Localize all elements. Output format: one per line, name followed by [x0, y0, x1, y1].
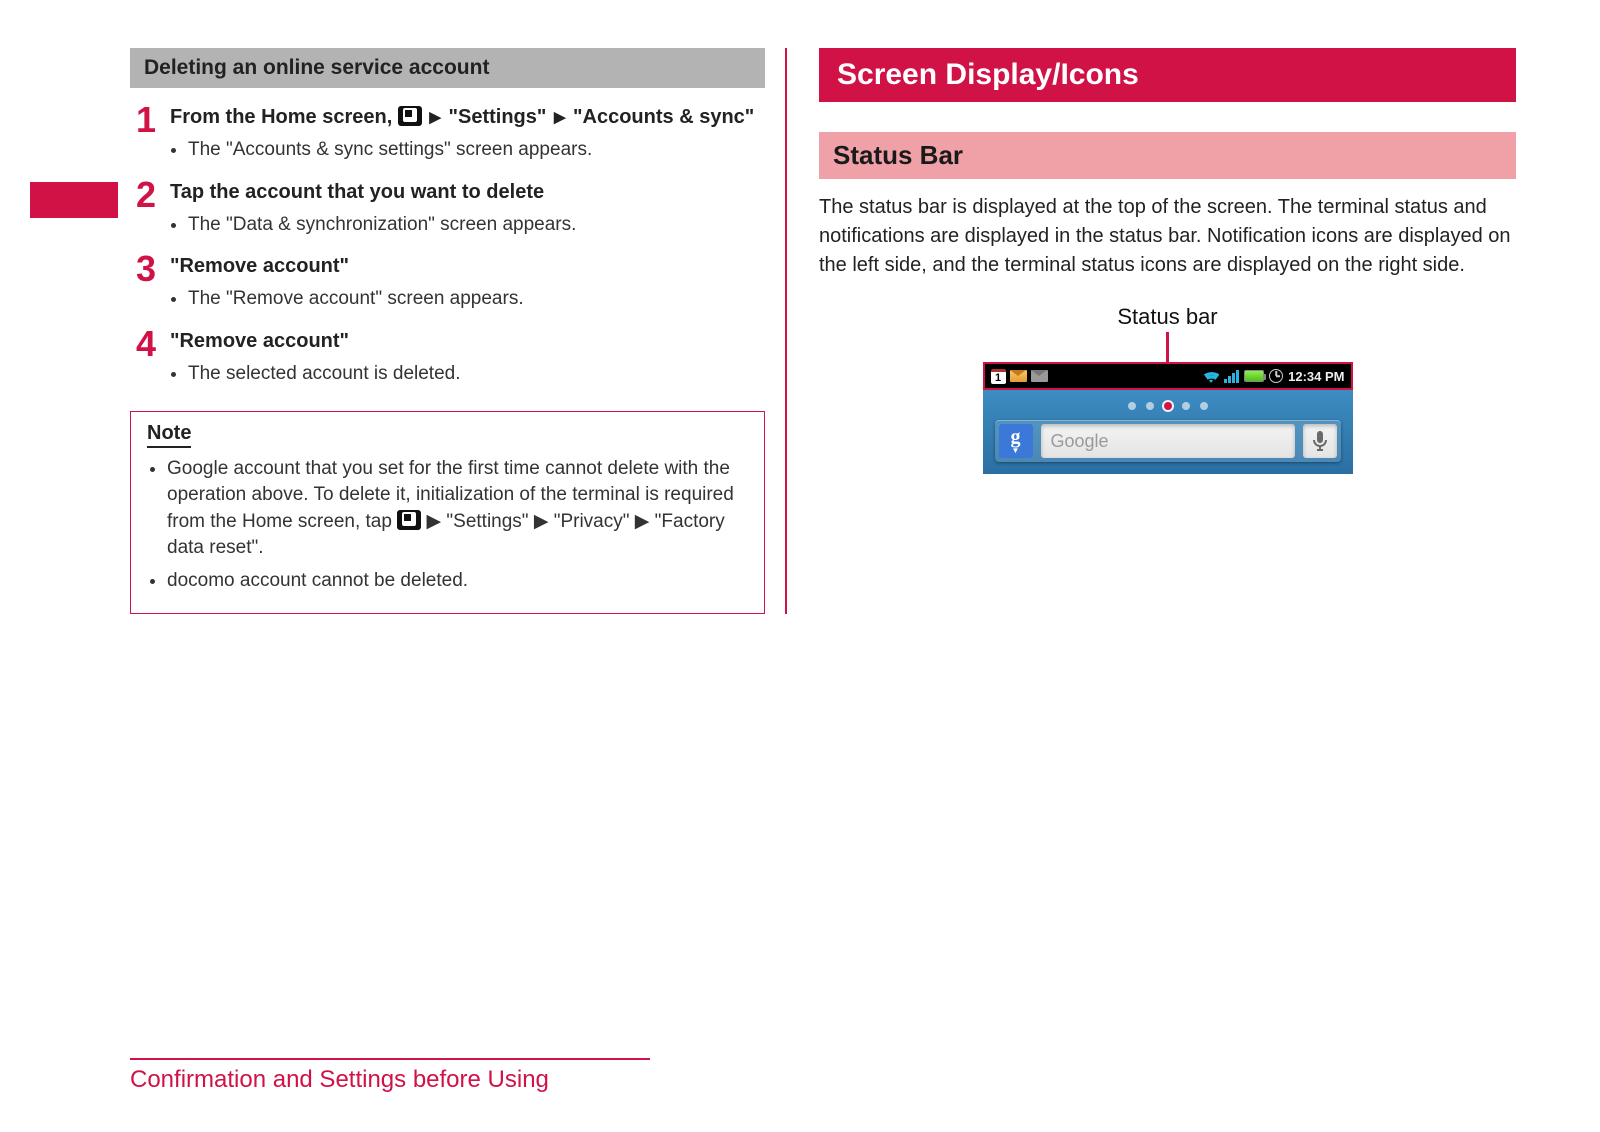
home-screen-sliver: g▼ Google: [983, 390, 1353, 474]
text: "Settings": [449, 106, 552, 128]
step-1: 1 From the Home screen, ▶ "Settings" ▶ "…: [130, 102, 765, 173]
step-arrow-icon: ▶: [429, 109, 441, 126]
step-arrow-icon: ▶: [554, 109, 566, 126]
step-number: 4: [130, 326, 156, 397]
app-drawer-icon: [398, 106, 422, 126]
gmail-icon: [1031, 370, 1048, 382]
step-number: 3: [130, 251, 156, 322]
step-detail: The "Data & synchronization" screen appe…: [188, 212, 765, 238]
step-3: 3 "Remove account" The "Remove account" …: [130, 251, 765, 322]
note-item: Google account that you set for the firs…: [167, 456, 748, 562]
step-detail: The "Accounts & sync settings" screen ap…: [188, 137, 765, 163]
note-heading: Note: [147, 422, 191, 448]
status-bar: 1 12:34 PM: [983, 362, 1353, 390]
step-arrow-icon: ▶: [427, 511, 442, 532]
step-4: 4 "Remove account" The selected account …: [130, 326, 765, 397]
alarm-icon: [1269, 369, 1283, 383]
page-dot: [1182, 402, 1190, 410]
text: From the Home screen,: [170, 106, 398, 128]
body-paragraph: The status bar is displayed at the top o…: [819, 193, 1516, 280]
page-dot: [1200, 402, 1208, 410]
voice-search-button[interactable]: [1303, 424, 1337, 458]
phone-screenshot: 1 12:34 PM: [983, 362, 1353, 474]
page-indicator: [983, 396, 1353, 420]
callout-line: [1166, 332, 1169, 362]
step-title: "Remove account": [170, 328, 765, 355]
step-detail: The "Remove account" screen appears.: [188, 286, 765, 312]
battery-icon: [1244, 370, 1264, 382]
page-footer: Confirmation and Settings before Using: [130, 1058, 650, 1094]
step-2: 2 Tap the account that you want to delet…: [130, 177, 765, 248]
step-title: From the Home screen, ▶ "Settings" ▶ "Ac…: [170, 104, 765, 131]
step-detail: The selected account is deleted.: [188, 361, 765, 387]
google-logo-button[interactable]: g▼: [999, 424, 1033, 458]
step-number: 2: [130, 177, 156, 248]
note-item: docomo account cannot be deleted.: [167, 568, 748, 595]
text: "Accounts & sync": [573, 106, 754, 128]
search-input[interactable]: Google: [1041, 424, 1295, 458]
page-dot: [1128, 402, 1136, 410]
mail-icon: [1010, 370, 1027, 382]
subsection-heading: Status Bar: [819, 132, 1516, 179]
step-title: Tap the account that you want to delete: [170, 179, 765, 206]
step-number: 1: [130, 102, 156, 173]
app-drawer-icon: [397, 510, 421, 530]
wifi-icon: [1203, 370, 1219, 383]
note-box: Note Google account that you set for the…: [130, 411, 765, 614]
page-dot: [1146, 402, 1154, 410]
page-dot-active: [1164, 402, 1172, 410]
calendar-icon: 1: [991, 369, 1006, 384]
signal-icon: [1224, 370, 1239, 383]
chapter-heading: Screen Display/Icons: [819, 48, 1516, 102]
section-heading: Deleting an online service account: [130, 48, 765, 88]
google-search-widget[interactable]: g▼ Google: [995, 420, 1341, 462]
status-time: 12:34 PM: [1288, 369, 1344, 384]
step-title: "Remove account": [170, 253, 765, 280]
